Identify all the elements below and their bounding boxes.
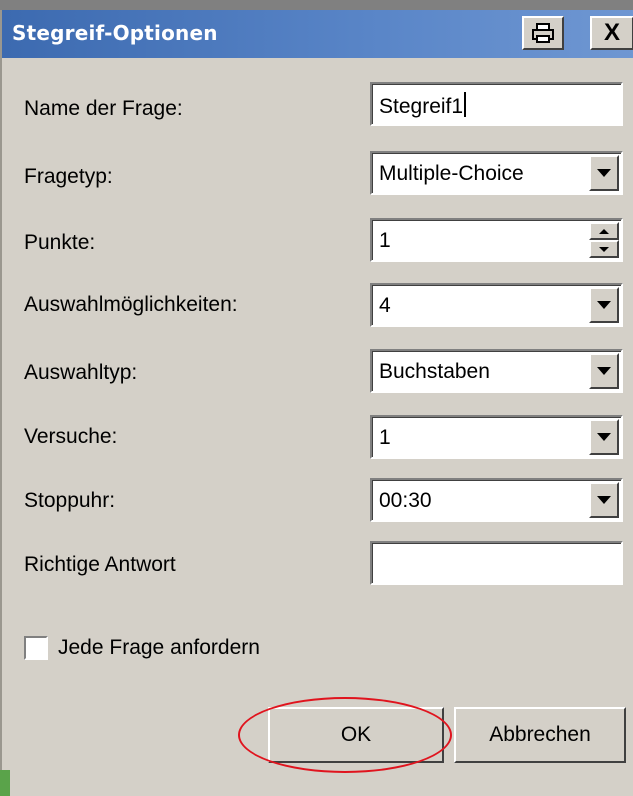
title-bar: Stegreif-Optionen X: [2, 10, 633, 58]
ok-button[interactable]: OK: [268, 707, 444, 763]
chevron-down-icon: [597, 496, 611, 504]
label-auswahlmoeglichkeiten: Auswahlmöglichkeiten:: [24, 293, 238, 316]
label-stoppuhr: Stoppuhr:: [24, 489, 116, 512]
question-type-select[interactable]: Multiple-Choice: [370, 151, 623, 195]
spin-down-button[interactable]: [589, 240, 619, 258]
require-each-question-label[interactable]: Jede Frage anfordern: [58, 633, 260, 663]
label-punkte: Punkte:: [24, 231, 96, 254]
question-type-value: Multiple-Choice: [379, 162, 524, 185]
question-name-input[interactable]: Stegreif1: [370, 82, 623, 126]
choices-count-value: 4: [379, 294, 391, 317]
close-icon: X: [603, 19, 620, 46]
stopwatch-dropdown-button[interactable]: [589, 482, 619, 518]
print-button[interactable]: [522, 16, 564, 50]
close-button[interactable]: X: [590, 16, 633, 50]
stopwatch-value: 00:30: [379, 489, 432, 512]
cancel-button-label: Abbrechen: [489, 723, 591, 746]
ok-button-label: OK: [340, 723, 372, 746]
printer-icon: [532, 23, 554, 43]
attempts-dropdown-button[interactable]: [589, 419, 619, 455]
chevron-down-icon: [597, 433, 611, 441]
choice-type-dropdown-button[interactable]: [589, 353, 619, 389]
text-caret: [464, 92, 467, 117]
question-name-value: Stegreif1: [379, 92, 467, 120]
choices-count-select[interactable]: 4: [370, 283, 623, 327]
chevron-down-icon: [597, 367, 611, 375]
choice-type-value: Buchstaben: [379, 360, 490, 383]
points-spinner[interactable]: 1: [370, 218, 623, 262]
chevron-down-icon: [597, 301, 611, 309]
label-richtige-antwort: Richtige Antwort: [24, 553, 176, 576]
label-name-der-frage: Name der Frage:: [24, 97, 183, 120]
stopwatch-select[interactable]: 00:30: [370, 478, 623, 522]
points-spin-buttons: [589, 222, 619, 258]
options-dialog: Stegreif-Optionen X: [0, 10, 633, 796]
require-each-question-checkbox[interactable]: [24, 636, 48, 660]
label-fragetyp: Fragetyp:: [24, 165, 113, 188]
window-frame-top: [0, 0, 633, 10]
attempts-select[interactable]: 1: [370, 415, 623, 459]
points-value: 1: [379, 229, 391, 252]
background-decoration: [0, 770, 10, 796]
chevron-down-icon: [597, 169, 611, 177]
arrow-down-icon: [599, 246, 609, 252]
choice-type-select[interactable]: Buchstaben: [370, 349, 623, 393]
arrow-up-icon: [599, 228, 609, 234]
label-versuche: Versuche:: [24, 425, 118, 448]
correct-answer-input[interactable]: [370, 541, 623, 585]
dialog-title: Stegreif-Optionen: [12, 21, 218, 45]
question-type-dropdown-button[interactable]: [589, 155, 619, 191]
attempts-value: 1: [379, 426, 391, 449]
cancel-button[interactable]: Abbrechen: [454, 707, 626, 763]
spin-up-button[interactable]: [589, 222, 619, 240]
label-auswahltyp: Auswahltyp:: [24, 361, 138, 384]
choices-count-dropdown-button[interactable]: [589, 287, 619, 323]
